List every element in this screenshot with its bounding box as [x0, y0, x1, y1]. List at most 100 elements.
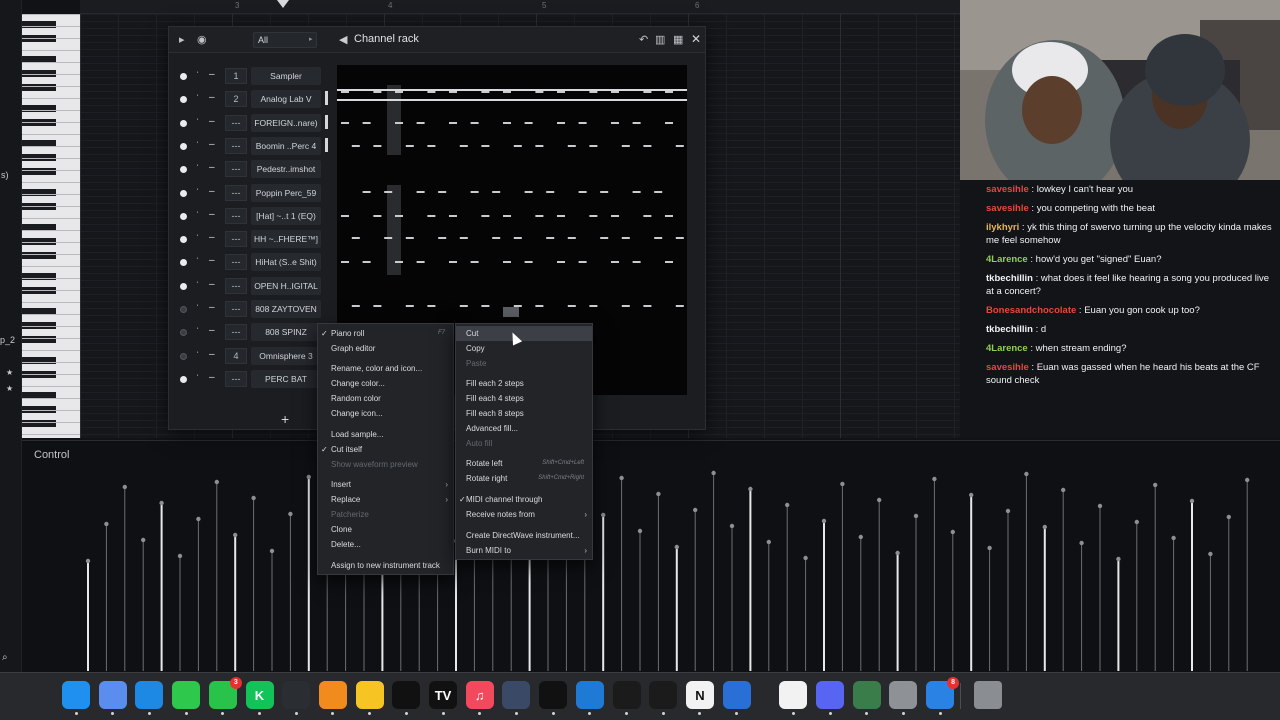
velocity-handle[interactable] — [85, 558, 91, 564]
notion-icon[interactable]: N — [685, 681, 714, 709]
velocity-handle[interactable] — [196, 516, 201, 522]
velocity-handle[interactable] — [766, 539, 771, 545]
channel-row[interactable]: ˈ – --- FOREIGN..nare) — [169, 112, 337, 134]
finder-icon[interactable] — [62, 681, 90, 709]
safari-icon[interactable] — [135, 681, 164, 709]
mixer-track-number[interactable]: --- — [225, 231, 247, 248]
channel-name-button[interactable]: Sampler — [251, 67, 321, 85]
piano-keyboard[interactable] — [22, 14, 80, 438]
undo-icon[interactable]: ↶ — [639, 33, 648, 47]
velocity-handle[interactable] — [969, 492, 974, 498]
pan-knob-icon[interactable]: ˈ — [196, 117, 199, 127]
chat-username[interactable]: 4Larence — [986, 254, 1028, 265]
activity-monitor-icon[interactable] — [282, 681, 311, 709]
volume-knob-icon[interactable]: – — [209, 116, 215, 127]
channel-mute-led-icon[interactable] — [180, 189, 187, 197]
velocity-handle[interactable] — [1061, 487, 1066, 493]
volume-knob-icon[interactable]: – — [209, 372, 215, 383]
velocity-handle[interactable] — [306, 474, 311, 480]
channel-row[interactable]: ˈ – --- OPEN H..IGITAL — [169, 275, 337, 297]
add-channel-button[interactable]: + — [281, 411, 289, 427]
capcut-icon[interactable] — [392, 681, 421, 709]
channel-name-button[interactable]: HiHat (S..e Shit) — [251, 253, 321, 272]
velocity-handle[interactable] — [177, 553, 183, 559]
submenu-item[interactable]: Paste — [456, 356, 592, 371]
channel-name-button[interactable]: Analog Lab V — [251, 90, 321, 109]
menu-item[interactable]: Load sample... — [318, 427, 453, 442]
velocity-handle[interactable] — [1226, 514, 1232, 520]
search-icon[interactable]: ⌕ — [2, 652, 8, 663]
mixer-track-number[interactable]: 1 — [225, 68, 247, 84]
pan-knob-icon[interactable]: ˈ — [196, 280, 199, 290]
channel-name-button[interactable]: HH ~..FHERE™] — [251, 230, 321, 249]
control-lane[interactable]: Control — [22, 440, 1280, 672]
mixer-track-number[interactable]: --- — [225, 301, 247, 317]
messages-icon[interactable] — [172, 681, 201, 709]
menu-item[interactable]: Patcherize — [318, 507, 453, 522]
velocity-handle[interactable] — [159, 500, 164, 506]
play-arrow-icon[interactable]: ▸ — [179, 33, 185, 47]
swing-knob-icon[interactable]: ◉ — [197, 33, 207, 47]
playhead-marker[interactable] — [277, 0, 289, 8]
submenu-item[interactable]: MIDI channel through ✓ — [456, 492, 592, 507]
channel-name-button[interactable]: Omnisphere 3 — [251, 346, 321, 365]
volume-knob-icon[interactable]: – — [209, 232, 215, 243]
channel-name-button[interactable]: OPEN H..IGITAL — [251, 276, 321, 295]
mixer-track-number[interactable]: 2 — [225, 91, 247, 108]
volume-knob-icon[interactable]: – — [209, 139, 215, 150]
velocity-handle[interactable] — [785, 502, 790, 508]
fl-studio-icon[interactable] — [318, 681, 347, 709]
channel-mute-led-icon[interactable] — [180, 96, 187, 104]
submenu-item[interactable]: Cut — [456, 326, 592, 341]
github-icon[interactable] — [539, 681, 568, 709]
velocity-handle[interactable] — [858, 534, 863, 540]
volume-knob-icon[interactable]: – — [209, 92, 215, 103]
channel-name-button[interactable]: PERC BAT — [251, 369, 321, 388]
chat-username[interactable]: savesihle — [986, 184, 1029, 195]
graph-icon[interactable]: ▥ — [655, 33, 665, 47]
pan-knob-icon[interactable]: ˈ — [196, 233, 199, 243]
velocity-handle[interactable] — [1153, 482, 1158, 488]
davinci-resolve-icon[interactable] — [502, 681, 531, 709]
pan-knob-icon[interactable]: ˈ — [196, 303, 199, 313]
channel-mute-led-icon[interactable] — [180, 212, 187, 220]
volume-knob-icon[interactable]: – — [209, 279, 215, 290]
volume-knob-icon[interactable]: – — [209, 69, 215, 80]
channel-row[interactable]: ˈ – --- Poppin Perc_59 — [169, 182, 337, 204]
files-icon[interactable] — [98, 681, 127, 709]
submenu-item[interactable]: Rotate right Shift+Cmd+Right — [456, 471, 592, 486]
trash-icon[interactable] — [974, 681, 1002, 709]
menu-item[interactable]: Cut itself ✓ — [318, 442, 453, 457]
menu-item[interactable]: Random color — [318, 391, 453, 406]
menu-item[interactable]: Delete... — [318, 537, 453, 552]
volume-knob-icon[interactable]: – — [209, 255, 215, 266]
mixer-track-number[interactable]: --- — [225, 184, 247, 201]
velocity-handle[interactable] — [288, 511, 293, 517]
channel-row[interactable]: ˈ – --- PERC BAT — [169, 368, 337, 390]
channel-filter-dropdown[interactable]: All — [253, 32, 317, 48]
channel-row[interactable]: ˈ – --- HiHat (S..e Shit) — [169, 251, 337, 273]
velocity-handle[interactable] — [251, 495, 256, 501]
velocity-handle[interactable] — [674, 544, 679, 550]
channel-name-button[interactable]: Pedestr..imshot — [251, 160, 321, 179]
menu-item[interactable]: Piano roll ✓ F7 — [318, 326, 453, 341]
channel-mute-led-icon[interactable] — [180, 142, 187, 150]
menu-item[interactable]: Graph editor — [318, 341, 453, 356]
menu-item[interactable]: Show waveform preview — [318, 457, 453, 472]
channel-row[interactable]: ˈ –2 Analog Lab V — [169, 88, 337, 110]
velocity-handle[interactable] — [269, 548, 275, 554]
submenu-item[interactable]: Copy — [456, 341, 592, 356]
channel-mute-led-icon[interactable] — [180, 329, 187, 337]
velocity-handle[interactable] — [748, 486, 753, 492]
channel-mute-led-icon[interactable] — [180, 73, 187, 80]
vscode-icon[interactable] — [575, 681, 604, 709]
notes-icon[interactable] — [355, 681, 384, 709]
browser-panel-edge[interactable]: s) p_2 ★ ★ ⌕ — [0, 0, 22, 672]
mixer-track-number[interactable]: --- — [225, 277, 247, 294]
mixer-track-number[interactable]: --- — [225, 161, 247, 178]
menu-item[interactable]: Assign to new instrument track — [318, 558, 453, 573]
photo-booth-icon[interactable] — [852, 681, 881, 709]
chat-username[interactable]: savesihle — [986, 203, 1029, 214]
chat-username[interactable]: savesihle — [986, 362, 1029, 373]
velocity-handle[interactable] — [693, 507, 698, 513]
